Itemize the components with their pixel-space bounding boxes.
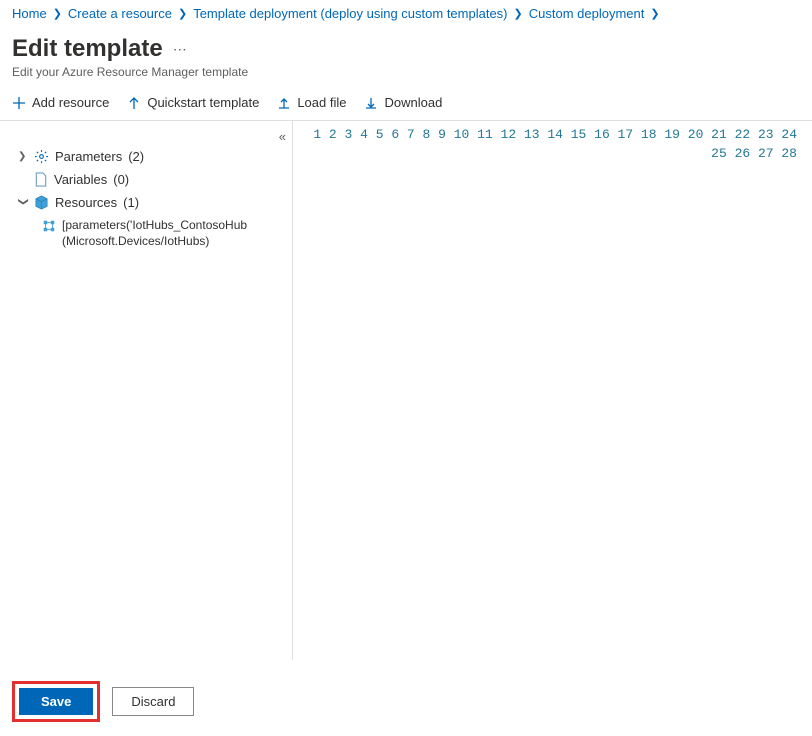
document-icon xyxy=(34,172,48,187)
load-file-button[interactable]: Load file xyxy=(277,95,346,110)
footer: Save Discard xyxy=(0,667,206,736)
breadcrumb: Home ❯ Create a resource ❯ Template depl… xyxy=(0,0,812,27)
chevron-right-icon: ❯ xyxy=(650,7,659,20)
gear-icon xyxy=(34,149,49,164)
page-title: Edit template xyxy=(12,35,163,63)
discard-button[interactable]: Discard xyxy=(112,687,194,716)
resource-icon xyxy=(42,219,56,238)
tree-resources[interactable]: ❯ Resources (1) xyxy=(18,191,284,214)
upload-icon xyxy=(277,96,291,110)
chevron-right-icon: ❯ xyxy=(18,151,28,162)
download-button[interactable]: Download xyxy=(364,95,442,110)
download-icon xyxy=(364,96,378,110)
tree-label: Parameters xyxy=(55,149,122,164)
save-highlight: Save xyxy=(12,681,100,722)
code-content[interactable]: { "$schema": "https://schema.management.… xyxy=(808,121,812,660)
chevron-right-icon: ❯ xyxy=(178,7,187,20)
breadcrumb-create-resource[interactable]: Create a resource xyxy=(68,6,172,21)
plus-icon xyxy=(12,96,26,110)
toolbar: Add resource Quickstart template Load fi… xyxy=(0,83,812,120)
breadcrumb-template-deployment[interactable]: Template deployment (deploy using custom… xyxy=(193,6,507,21)
chevron-right-icon: ❯ xyxy=(53,7,62,20)
breadcrumb-home[interactable]: Home xyxy=(12,6,47,21)
toolbar-label: Quickstart template xyxy=(147,95,259,110)
tree-resource-item[interactable]: [parameters('IotHubs_ContosoHub (Microso… xyxy=(42,214,284,253)
collapse-panel-button[interactable]: « xyxy=(279,129,286,144)
tree-label: Variables xyxy=(54,172,107,187)
toolbar-label: Add resource xyxy=(32,95,109,110)
add-resource-button[interactable]: Add resource xyxy=(12,95,109,110)
toolbar-label: Load file xyxy=(297,95,346,110)
page-subtitle: Edit your Azure Resource Manager templat… xyxy=(12,65,800,79)
more-actions-button[interactable]: ⋯ xyxy=(173,41,187,58)
tree-count: (1) xyxy=(123,195,139,210)
cube-icon xyxy=(34,195,49,210)
tree-panel: « ❯ Parameters (2) Variables (0) ❯ Resou… xyxy=(0,121,292,660)
tree-count: (0) xyxy=(113,172,129,187)
tree-count: (2) xyxy=(128,149,144,164)
toolbar-label: Download xyxy=(384,95,442,110)
tree-parameters[interactable]: ❯ Parameters (2) xyxy=(18,145,284,168)
tree-variables[interactable]: Variables (0) xyxy=(34,168,284,191)
quickstart-template-button[interactable]: Quickstart template xyxy=(127,95,259,110)
chevron-down-icon: ❯ xyxy=(18,198,29,208)
line-gutter: 1 2 3 4 5 6 7 8 9 10 11 12 13 14 15 16 1… xyxy=(293,121,808,660)
resource-type: (Microsoft.Devices/IotHubs) xyxy=(62,234,209,248)
save-button[interactable]: Save xyxy=(19,688,93,715)
code-editor[interactable]: 1 2 3 4 5 6 7 8 9 10 11 12 13 14 15 16 1… xyxy=(292,121,812,660)
breadcrumb-custom-deployment[interactable]: Custom deployment xyxy=(529,6,645,21)
chevron-right-icon: ❯ xyxy=(514,7,523,20)
resource-name: [parameters('IotHubs_ContosoHub xyxy=(62,218,247,232)
tree-label: Resources xyxy=(55,195,117,210)
arrow-up-icon xyxy=(127,96,141,110)
